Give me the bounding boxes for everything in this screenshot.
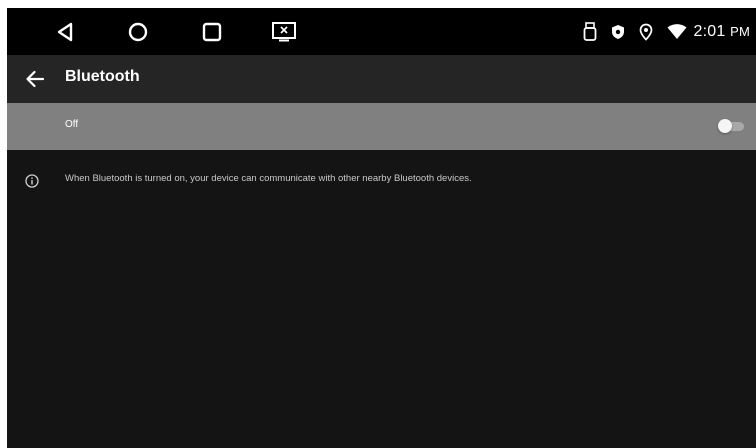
home-circle-icon [128, 22, 148, 42]
clock-ampm: PM [730, 23, 750, 39]
app-bar: Bluetooth [7, 55, 756, 103]
usb-icon [583, 21, 597, 42]
shield-icon [611, 24, 625, 40]
bluetooth-info-text: When Bluetooth is turned on, your device… [65, 173, 472, 184]
screenshot-icon [272, 22, 296, 42]
bluetooth-state-label: Off [65, 119, 79, 130]
bluetooth-switch[interactable] [718, 119, 744, 133]
status-icons: 2:01 PM [569, 8, 756, 55]
page-title: Bluetooth [65, 68, 140, 85]
arrow-back-icon [26, 70, 45, 88]
status-bar: 2:01 PM [7, 8, 756, 55]
screen: 2:01 PM Bluetooth Off When Bluetooth is … [7, 8, 756, 448]
back-triangle-icon [57, 22, 73, 42]
bluetooth-toggle-row[interactable]: Off [7, 103, 756, 150]
clock-time: 2:01 [693, 22, 726, 40]
back-button[interactable] [21, 65, 49, 93]
location-icon [639, 23, 653, 41]
switch-thumb [718, 119, 732, 133]
wifi-icon [667, 23, 687, 40]
nav-recents-button[interactable] [198, 18, 226, 46]
nav-home-button[interactable] [124, 18, 152, 46]
nav-back-button[interactable] [51, 18, 79, 46]
nav-screenshot-button[interactable] [270, 18, 298, 46]
recents-square-icon [202, 22, 222, 42]
info-icon [25, 174, 39, 188]
clock: 2:01 PM [693, 23, 750, 41]
